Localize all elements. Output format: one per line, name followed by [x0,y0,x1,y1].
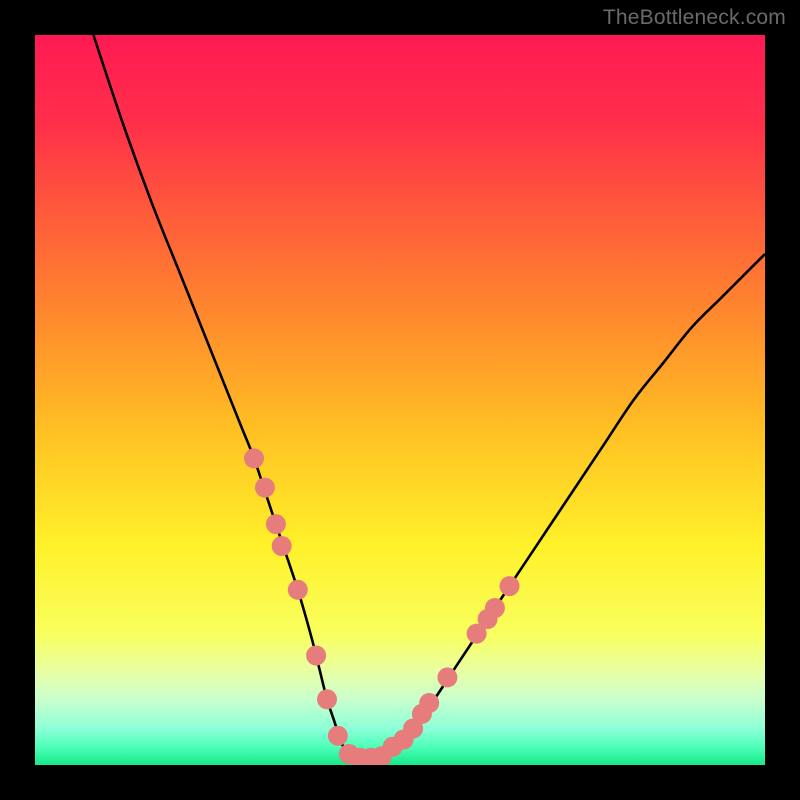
marker-dot [419,693,439,713]
plot-area [35,35,765,765]
marker-dot [306,646,326,666]
marker-dot [288,580,308,600]
chart-stage: TheBottleneck.com [0,0,800,800]
marker-dot [437,667,457,687]
marker-dot [485,598,505,618]
marker-dots [244,448,520,765]
watermark-text: TheBottleneck.com [603,6,786,30]
marker-dot [255,478,275,498]
marker-dot [272,536,292,556]
marker-dot [328,726,348,746]
marker-dot [500,576,520,596]
marker-dot [244,448,264,468]
bottleneck-curve [93,35,765,758]
curve-layer [35,35,765,765]
marker-dot [266,514,286,534]
marker-dot [317,689,337,709]
